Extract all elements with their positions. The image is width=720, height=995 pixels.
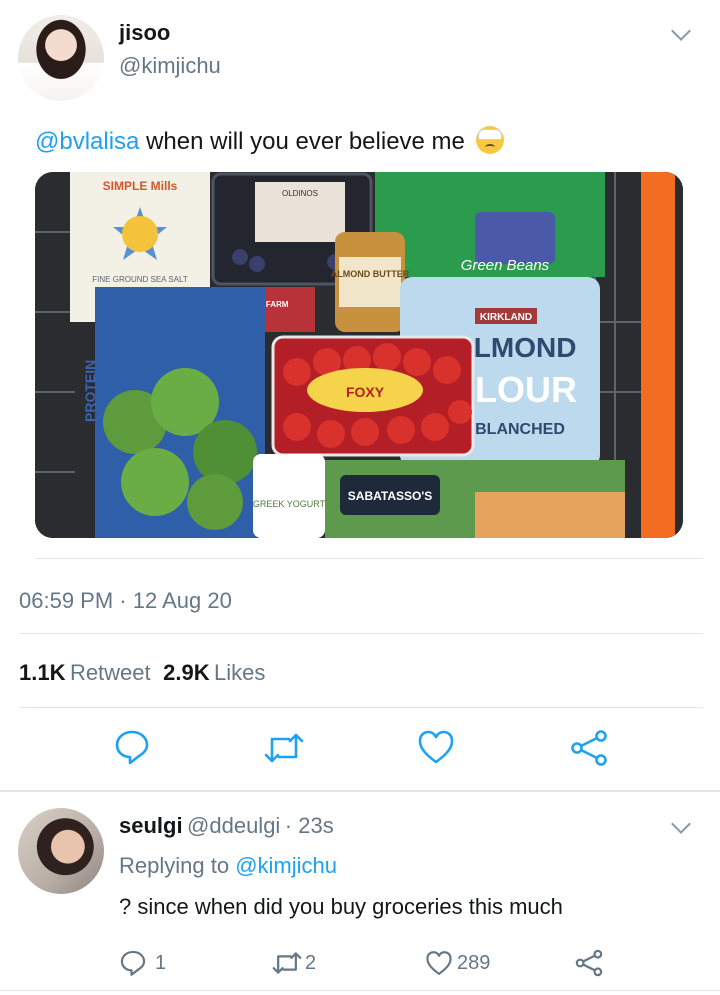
share-button[interactable] (569, 729, 609, 767)
reply-author-name[interactable]: seulgi (119, 813, 183, 838)
kirkland-label: KIRKLAND (480, 312, 532, 323)
share-icon (571, 730, 607, 766)
divider (35, 558, 703, 559)
reply-avatar[interactable] (18, 808, 104, 894)
reply-share-button[interactable] (574, 949, 604, 977)
reply-header: seulgi @ddeulgi · 23s (119, 813, 334, 839)
replying-to-label: Replying to (119, 853, 230, 878)
tweet-photo[interactable]: SIMPLE Mills FINE GROUND SEA SALT OLDINO… (35, 172, 683, 538)
retweet-count[interactable]: 1.1K (19, 660, 65, 685)
head-bandage-emoji (475, 126, 504, 154)
reply-icon (115, 730, 149, 765)
reply-button[interactable] (113, 728, 151, 766)
odinos-label: OLDINOS (282, 189, 318, 198)
mention-link[interactable]: @bvlalisa (35, 128, 139, 155)
sea-salt-label: FINE GROUND SEA SALT (92, 275, 188, 284)
retweet-button[interactable] (263, 729, 305, 767)
groceries-photo: SIMPLE Mills FINE GROUND SEA SALT OLDINO… (35, 172, 683, 538)
tweet-text: @bvlalisa when will you ever believe me (35, 126, 504, 157)
reply-retweet-count: 2 (305, 951, 317, 974)
reply-icon (120, 950, 146, 976)
sabatassos-label: SABATASSO'S (348, 489, 432, 503)
tweet-body: when will you ever believe me (139, 128, 465, 155)
tweet-stats: 1.1K Retweet 2.9K Likes (19, 660, 265, 686)
tweet-timestamp[interactable]: 06:59 PM · 12 Aug 20 (19, 588, 232, 614)
like-count[interactable]: 2.9K (163, 660, 209, 685)
retweet-label[interactable]: Retweet (70, 660, 151, 685)
reply-time[interactable]: · 23s (285, 813, 334, 838)
almond-butter-label: ALMOND BUTTER (331, 269, 410, 279)
foxy-label: FOXY (346, 384, 385, 400)
replying-to-handle[interactable]: @kimjichu (235, 853, 337, 878)
retweet-icon (272, 952, 302, 974)
author-name[interactable]: jisoo (119, 20, 170, 46)
share-icon (575, 949, 603, 977)
chevron-down-icon[interactable] (671, 814, 691, 834)
reply-text: ? since when did you buy groceries this … (119, 894, 563, 919)
divider (0, 990, 720, 991)
retweet-icon (264, 733, 304, 763)
divider (0, 790, 720, 792)
avatar[interactable] (18, 15, 104, 101)
simple-mills-label: SIMPLE Mills (103, 179, 178, 193)
divider (19, 633, 703, 634)
reply-like-count: 289 (457, 951, 491, 974)
reply-like-button[interactable]: 289 (425, 950, 490, 976)
yogurt-label: GREEK YOGURT (253, 499, 326, 509)
reply-reply-button[interactable]: 1 (119, 949, 166, 977)
like-icon (426, 951, 452, 975)
like-icon (418, 730, 454, 764)
chevron-down-icon[interactable] (671, 21, 691, 41)
protein-label: PROTEIN (82, 360, 98, 422)
green-beans-label: Green Beans (461, 257, 550, 274)
reply-reply-count: 1 (155, 951, 167, 974)
divider (19, 707, 703, 708)
blanched-label: BLANCHED (475, 421, 565, 438)
replying-to: Replying to @kimjichu (119, 853, 337, 879)
reply-retweet-button[interactable]: 2 (271, 949, 316, 977)
author-handle[interactable]: @kimjichu (119, 53, 221, 79)
reply-author-handle[interactable]: @ddeulgi (187, 813, 280, 838)
like-button[interactable] (417, 729, 455, 765)
like-label[interactable]: Likes (214, 660, 265, 685)
